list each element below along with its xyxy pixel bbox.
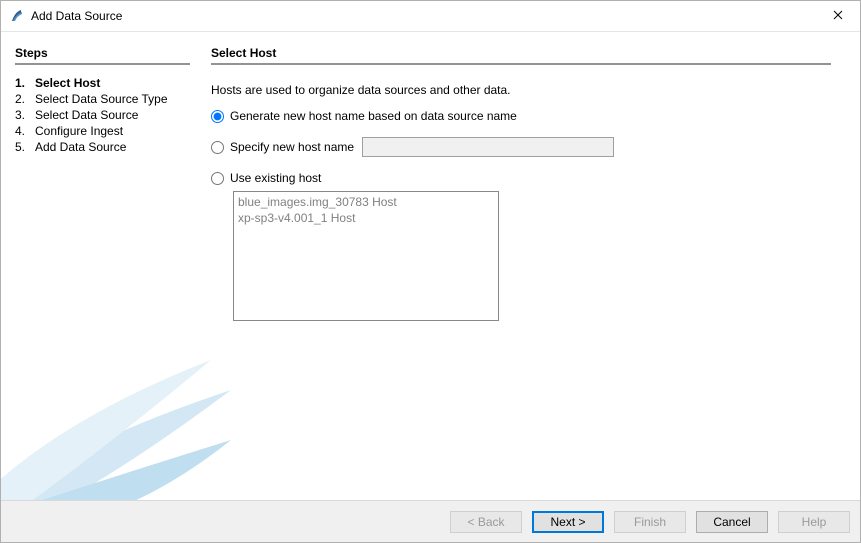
option-existing-radio[interactable] [211,172,224,185]
option-generate-row: Generate new host name based on data sou… [211,109,842,123]
step-num: 1. [15,76,35,90]
next-button[interactable]: Next > [532,511,604,533]
window-title: Add Data Source [31,9,122,23]
step-label: Add Data Source [35,140,126,154]
option-existing-label[interactable]: Use existing host [230,171,321,185]
step-num: 4. [15,124,35,138]
main-divider [211,63,831,65]
back-button[interactable]: < Back [450,511,522,533]
app-icon [9,8,25,24]
step-label: Select Data Source [35,108,138,122]
steps-sidebar: Steps 1. Select Host 2. Select Data Sour… [1,32,201,500]
step-label: Configure Ingest [35,124,123,138]
option-specify-label[interactable]: Specify new host name [230,140,354,154]
list-item[interactable]: blue_images.img_30783 Host [238,194,494,210]
main-heading: Select Host [211,46,842,60]
step-num: 5. [15,140,35,154]
existing-hosts-list[interactable]: blue_images.img_30783 Host xp-sp3-v4.001… [233,191,499,321]
wizard-button-bar: < Back Next > Finish Cancel Help [1,500,860,542]
step-item-4: 4. Configure Ingest [15,123,191,139]
step-num: 2. [15,92,35,106]
help-button[interactable]: Help [778,511,850,533]
main-description: Hosts are used to organize data sources … [211,83,842,97]
steps-list: 1. Select Host 2. Select Data Source Typ… [15,75,191,155]
finish-button[interactable]: Finish [614,511,686,533]
wizard-body: Steps 1. Select Host 2. Select Data Sour… [1,32,860,500]
option-generate-label[interactable]: Generate new host name based on data sou… [230,109,517,123]
cancel-button[interactable]: Cancel [696,511,768,533]
step-item-1: 1. Select Host [15,75,191,91]
option-specify-row: Specify new host name [211,137,842,157]
specify-hostname-input[interactable] [362,137,614,157]
option-specify-radio[interactable] [211,141,224,154]
main-panel: Select Host Hosts are used to organize d… [201,32,860,500]
step-item-3: 3. Select Data Source [15,107,191,123]
step-num: 3. [15,108,35,122]
close-button[interactable] [815,1,860,31]
steps-heading: Steps [15,46,191,60]
add-data-source-wizard: Add Data Source Steps 1. Select Host 2. … [0,0,861,543]
step-item-5: 5. Add Data Source [15,139,191,155]
sidebar-divider [15,63,190,65]
step-label: Select Data Source Type [35,92,168,106]
titlebar: Add Data Source [1,1,860,32]
close-icon [833,10,843,22]
step-label: Select Host [35,76,100,90]
step-item-2: 2. Select Data Source Type [15,91,191,107]
list-item[interactable]: xp-sp3-v4.001_1 Host [238,210,494,226]
decorative-swoosh [1,330,231,500]
option-generate-radio[interactable] [211,110,224,123]
option-existing-row: Use existing host [211,171,842,185]
